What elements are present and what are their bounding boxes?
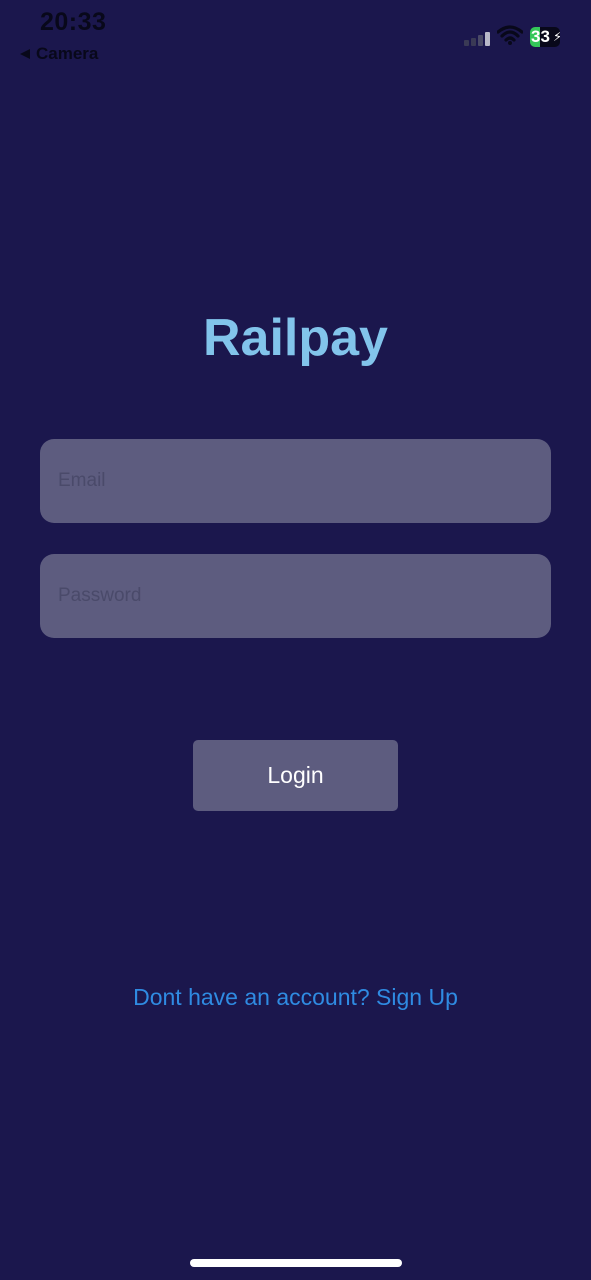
app-title: Railpay (203, 309, 388, 367)
signup-link[interactable]: Dont have an account? Sign Up (0, 984, 591, 1011)
battery-level: 33 (531, 27, 550, 46)
back-link-label: Camera (36, 44, 99, 63)
battery-icon: 33 ⚡ (530, 27, 564, 47)
wifi-icon (497, 25, 523, 45)
back-to-camera-link[interactable]: Camera (20, 44, 98, 64)
signal-icon (464, 32, 490, 46)
password-field[interactable] (40, 554, 551, 638)
back-arrow-icon (20, 49, 30, 59)
email-field[interactable] (40, 439, 551, 523)
login-button[interactable]: Login (193, 740, 398, 811)
charging-bolt-icon: ⚡ (553, 29, 560, 44)
status-time: 20:33 (40, 8, 107, 36)
home-indicator (190, 1259, 402, 1267)
